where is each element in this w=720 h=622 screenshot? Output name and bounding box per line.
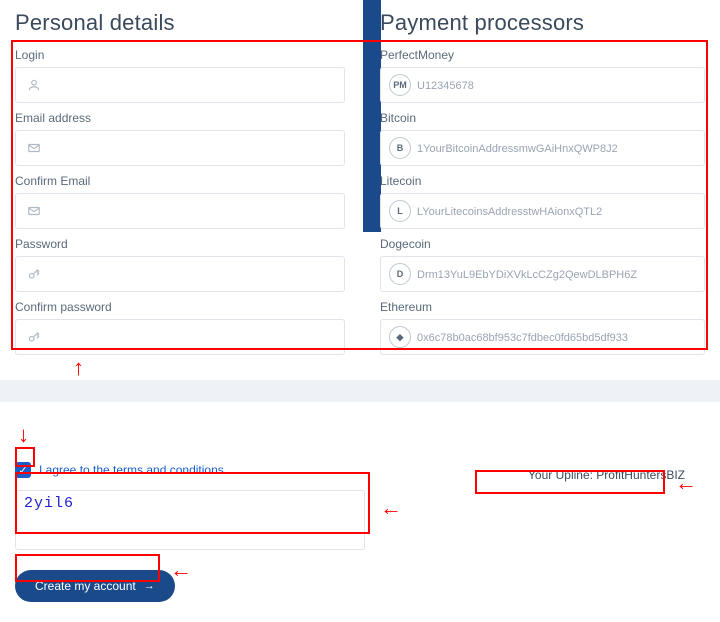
litecoin-input[interactable] [411, 204, 696, 218]
password-input-wrap[interactable] [15, 256, 345, 292]
terms-label[interactable]: I agree to the terms and conditions [39, 463, 224, 477]
proc-label: PerfectMoney [380, 48, 705, 62]
confirm-email-input-wrap[interactable] [15, 193, 345, 229]
login-input[interactable] [44, 78, 336, 92]
dogecoin-icon: D [389, 263, 411, 285]
bottom-section: ✓ I agree to the terms and conditions 2y… [0, 402, 720, 622]
payment-processors-section: Payment processors PerfectMoney PM Bitco… [365, 0, 720, 365]
bitcoin-input-wrap[interactable]: B [380, 130, 705, 166]
personal-details-section: Personal details Login Email address Con… [0, 0, 360, 365]
ethereum-input-wrap[interactable]: ◆ [380, 319, 705, 355]
perfectmoney-input-wrap[interactable]: PM [380, 67, 705, 103]
confirm-email-input[interactable] [44, 204, 336, 218]
confirm-password-input[interactable] [44, 330, 336, 344]
proc-label: Ethereum [380, 300, 705, 314]
email-input-wrap[interactable] [15, 130, 345, 166]
proc-label: Bitcoin [380, 111, 705, 125]
confirm-password-input-wrap[interactable] [15, 319, 345, 355]
confirm-password-label: Confirm password [15, 300, 345, 314]
separator-bar [0, 380, 720, 402]
password-label: Password [15, 237, 345, 251]
proc-label: Dogecoin [380, 237, 705, 251]
create-button-label: Create my account [35, 579, 136, 593]
key-icon [24, 267, 44, 281]
terms-checkbox[interactable]: ✓ [15, 462, 31, 478]
create-account-button[interactable]: Create my account → [15, 570, 175, 602]
envelope-icon [24, 141, 44, 155]
login-input-wrap[interactable] [15, 67, 345, 103]
ethereum-input[interactable] [411, 330, 696, 344]
password-input[interactable] [44, 267, 336, 281]
bitcoin-input[interactable] [411, 141, 696, 155]
confirm-email-label: Confirm Email [15, 174, 345, 188]
litecoin-icon: L [389, 200, 411, 222]
captcha-box[interactable]: 2yil6 [15, 490, 365, 550]
dogecoin-input-wrap[interactable]: D [380, 256, 705, 292]
perfectmoney-icon: PM [389, 74, 411, 96]
user-icon [24, 78, 44, 92]
personal-heading: Personal details [15, 10, 345, 36]
ethereum-icon: ◆ [389, 326, 411, 348]
upline-text: Your Upline: ProfitHuntersBIZ [518, 464, 695, 486]
email-input[interactable] [44, 141, 336, 155]
center-divider [363, 0, 381, 232]
dogecoin-input[interactable] [411, 267, 696, 281]
perfectmoney-input[interactable] [411, 78, 696, 92]
captcha-text: 2yil6 [24, 495, 356, 512]
key-icon [24, 330, 44, 344]
login-label: Login [15, 48, 345, 62]
proc-label: Litecoin [380, 174, 705, 188]
bitcoin-icon: B [389, 137, 411, 159]
payment-heading: Payment processors [380, 10, 705, 36]
email-label: Email address [15, 111, 345, 125]
litecoin-input-wrap[interactable]: L [380, 193, 705, 229]
arrow-right-icon: → [144, 580, 155, 592]
envelope-icon [24, 204, 44, 218]
